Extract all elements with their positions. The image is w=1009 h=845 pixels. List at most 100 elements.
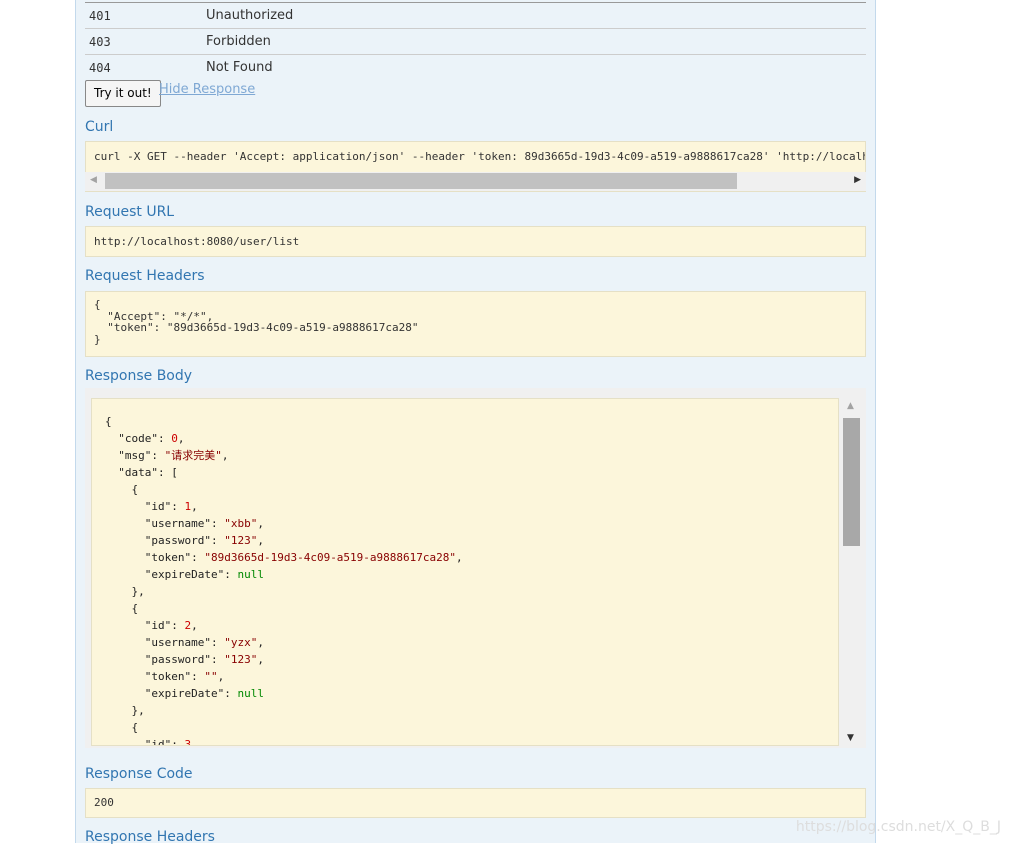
response-messages-table: 401 Unauthorized 403 Forbidden 404 Not Foun… — [85, 2, 866, 80]
json-punct — [105, 738, 145, 745]
json-line: "expireDate": null — [105, 685, 838, 702]
json-punct: : — [171, 738, 185, 746]
json-punct: }, — [105, 704, 145, 717]
try-it-out-button[interactable]: Try it out! — [85, 80, 161, 107]
json-punct: : — [224, 568, 238, 581]
json-punct: , — [191, 738, 198, 746]
scroll-right-icon[interactable]: ▶ — [854, 175, 861, 185]
json-punct — [105, 517, 145, 530]
json-key: "expireDate" — [144, 568, 225, 581]
json-punct — [105, 687, 145, 700]
request-url-heading: Request URL — [85, 204, 175, 220]
status-code: 404 — [89, 60, 111, 75]
json-punct: : — [171, 500, 185, 513]
json-line: "username": "yzx", — [105, 634, 838, 651]
json-string: "yzx" — [224, 636, 258, 649]
response-body: { "code": 0, "msg": "请求完美", "data": [ { … — [85, 388, 866, 748]
json-key: "username" — [144, 517, 211, 530]
hide-response-link[interactable]: Hide Response — [159, 82, 255, 97]
json-number: 0 — [171, 432, 178, 445]
json-line: "id": 2, — [105, 617, 838, 634]
json-key: "password" — [144, 534, 211, 547]
json-punct: : — [210, 517, 225, 530]
status-code: 401 — [89, 8, 111, 23]
json-line: }, — [105, 702, 838, 719]
vertical-scrollbar[interactable]: ▲ ▼ — [843, 398, 860, 746]
json-punct: , — [257, 517, 264, 530]
json-punct: , — [257, 653, 264, 666]
response-code-heading: Response Code — [85, 766, 193, 782]
json-key: "token" — [144, 551, 192, 564]
json-key: "password" — [144, 653, 211, 666]
scroll-down-icon[interactable]: ▼ — [847, 733, 854, 743]
json-punct: : — [171, 619, 185, 632]
table-row: 403 Forbidden — [85, 29, 866, 55]
json-line: "username": "xbb", — [105, 515, 838, 532]
json-line: "msg": "请求完美", — [105, 447, 838, 464]
json-line: "token": "89d3665d-19d3-4c09-a519-a98886… — [105, 549, 838, 566]
json-punct — [105, 534, 145, 547]
json-line: "password": "123", — [105, 532, 838, 549]
request-url-value: http://localhost:8080/user/list — [85, 226, 866, 257]
watermark: https://blog.csdn.net/X_Q_B_J — [795, 819, 1001, 835]
json-line: "token": "", — [105, 668, 838, 685]
response-body-heading: Response Body — [85, 368, 193, 384]
scrollbar-thumb[interactable] — [105, 173, 737, 189]
json-line: { — [105, 719, 838, 736]
json-key: "id" — [144, 738, 172, 746]
json-null: null — [237, 687, 264, 700]
json-null: null — [237, 568, 264, 581]
scroll-left-icon[interactable]: ◀ — [90, 175, 97, 185]
json-punct: { — [105, 415, 112, 428]
json-punct: , — [221, 449, 229, 462]
json-line: "password": "123", — [105, 651, 838, 668]
scroll-up-icon[interactable]: ▲ — [847, 401, 854, 411]
json-line: "id": 3, — [105, 736, 838, 746]
json-punct — [105, 551, 145, 564]
json-key: "id" — [144, 619, 172, 632]
json-punct: , — [257, 534, 264, 547]
json-key: "id" — [144, 500, 172, 513]
json-punct: , — [257, 636, 264, 649]
operation-panel: 401 Unauthorized 403 Forbidden 404 Not Foun… — [75, 0, 876, 845]
json-punct: , — [191, 500, 198, 513]
json-string: "" — [204, 670, 218, 683]
reason: Not Found — [206, 60, 273, 75]
json-key: "code" — [118, 432, 158, 445]
json-line: { — [105, 481, 838, 498]
json-punct: : — [191, 551, 205, 564]
json-punct — [105, 568, 145, 581]
json-punct — [105, 466, 118, 479]
json-punct — [105, 449, 118, 462]
response-code-value: 200 — [85, 788, 866, 818]
json-punct: { — [105, 721, 139, 734]
json-punct: : — [210, 534, 225, 547]
json-key: "msg" — [118, 449, 152, 462]
scrollbar-thumb[interactable] — [843, 418, 860, 546]
json-line: }, — [105, 583, 838, 600]
json-line: { — [105, 600, 838, 617]
json-punct: : — [158, 432, 172, 445]
json-string: "123" — [224, 653, 258, 666]
json-line: "id": 1, — [105, 498, 838, 515]
json-line: { — [105, 413, 838, 430]
json-punct: }, — [105, 585, 145, 598]
json-punct: : — [210, 636, 225, 649]
horizontal-scrollbar[interactable]: ◀ ▶ — [85, 172, 866, 192]
json-punct: , — [217, 670, 225, 683]
json-punct — [105, 670, 145, 683]
json-punct: { — [105, 602, 139, 615]
json-punct: , — [456, 551, 463, 564]
json-punct: : — [151, 449, 165, 462]
json-string: "xbb" — [224, 517, 258, 530]
json-punct: , — [191, 619, 198, 632]
json-key: "data" — [118, 466, 158, 479]
json-line: "expireDate": null — [105, 566, 838, 583]
status-code: 403 — [89, 34, 111, 49]
json-key: "token" — [144, 670, 192, 683]
table-row: 404 Not Found — [85, 55, 866, 80]
request-headers-heading: Request Headers — [85, 268, 205, 284]
json-punct: , — [177, 432, 185, 445]
reason: Forbidden — [206, 34, 271, 49]
json-line: "code": 0, — [105, 430, 838, 447]
